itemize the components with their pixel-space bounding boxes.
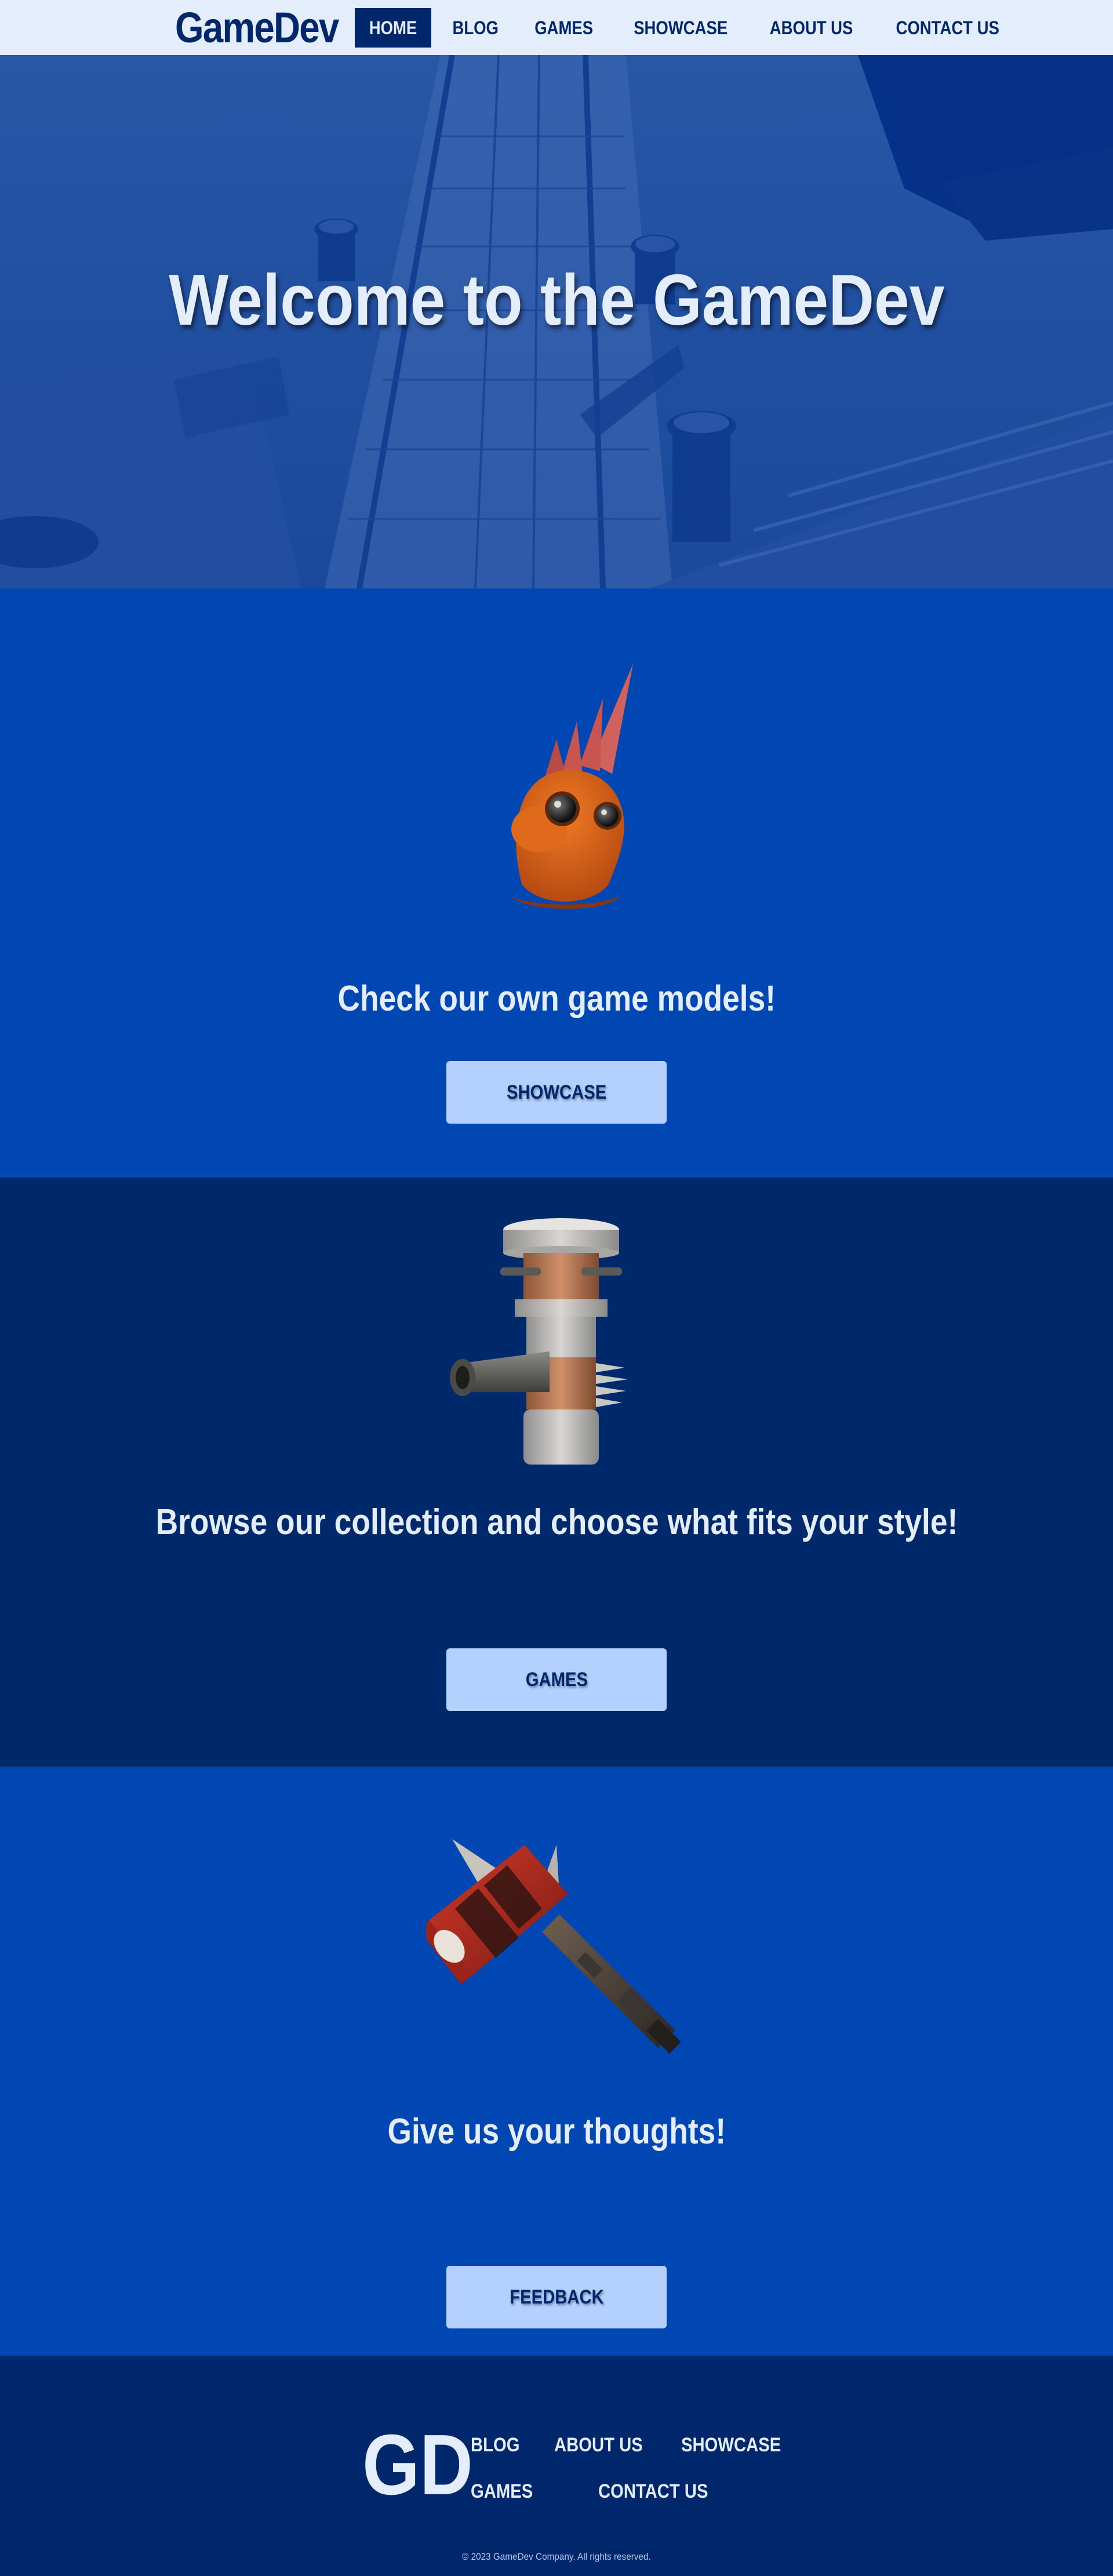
- games-section: Browse our collection and choose what fi…: [0, 1178, 1113, 1767]
- footer-link-showcase[interactable]: SHOWCASE: [681, 2434, 797, 2457]
- main-nav: HOME BLOG GAMES SHOWCASE ABOUT US CONTAC…: [355, 8, 1025, 48]
- footer-logo-text: GD: [362, 2417, 473, 2513]
- copyright-text: © 2023 GameDev Company. All rights reser…: [0, 2551, 1113, 2563]
- copyright-label: © 2023 GameDev Company. All rights reser…: [462, 2551, 651, 2562]
- nav-item-contact-us[interactable]: CONTACT US: [877, 8, 1018, 48]
- footer-link-blog[interactable]: BLOG: [471, 2434, 528, 2457]
- games-button-label: GAMES: [525, 1668, 588, 1691]
- orange-creature-icon: [510, 664, 633, 909]
- feedback-button[interactable]: FEEDBACK: [446, 2266, 667, 2328]
- showcase-button-label: SHOWCASE: [506, 1081, 607, 1103]
- section-heading-text: Check our own game models!: [337, 979, 776, 1019]
- footer-link-label: CONTACT US: [598, 2480, 708, 2502]
- nav-item-games[interactable]: GAMES: [519, 8, 608, 48]
- spiked-hammer-icon: [426, 1839, 681, 2054]
- footer-link-games[interactable]: GAMES: [471, 2480, 543, 2503]
- footer-link-label: GAMES: [471, 2480, 533, 2502]
- footer-link-about-us[interactable]: ABOUT US: [554, 2434, 657, 2457]
- nav-item-home[interactable]: HOME: [355, 8, 431, 48]
- feedback-button-label: FEEDBACK: [509, 2286, 604, 2308]
- feedback-section: Give us your thoughts! FEEDBACK: [0, 1767, 1113, 2356]
- nav-item-label: ABOUT US: [769, 17, 853, 38]
- cannon-tower-icon: [450, 1218, 628, 1465]
- site-logo[interactable]: GameDev: [175, 0, 339, 55]
- nav-item-label: CONTACT US: [896, 17, 1000, 38]
- section-heading: Give us your thoughts!: [0, 2111, 1113, 2152]
- hero-banner: Welcome to the GameDev: [0, 55, 1113, 588]
- nav-item-blog[interactable]: BLOG: [438, 8, 512, 48]
- nav-item-label: SHOWCASE: [633, 17, 728, 38]
- nav-item-showcase[interactable]: SHOWCASE: [616, 8, 745, 48]
- showcase-section: Check our own game models! SHOWCASE: [0, 588, 1113, 1178]
- section-heading: Browse our collection and choose what fi…: [0, 1502, 1113, 1543]
- nav-item-about-us[interactable]: ABOUT US: [752, 8, 870, 48]
- footer-link-label: ABOUT US: [554, 2434, 643, 2456]
- hero-title-text: Welcome to the GameDev: [168, 260, 945, 340]
- footer-link-label: BLOG: [471, 2434, 520, 2456]
- footer-link-contact-us[interactable]: CONTACT US: [598, 2480, 726, 2503]
- section-heading-text: Browse our collection and choose what fi…: [155, 1502, 958, 1542]
- footer: GD BLOG ABOUT US SHOWCASE GAMES CONTACT …: [0, 2356, 1113, 2576]
- navbar: GameDev HOME BLOG GAMES SHOWCASE ABOUT U…: [0, 0, 1113, 55]
- section-heading: Check our own game models!: [0, 978, 1113, 1019]
- hero-title: Welcome to the GameDev: [0, 259, 1113, 341]
- nav-item-label: BLOG: [452, 17, 499, 38]
- section-heading-text: Give us your thoughts!: [387, 2112, 726, 2152]
- showcase-button[interactable]: SHOWCASE: [446, 1061, 667, 1124]
- nav-item-label: GAMES: [534, 17, 594, 38]
- games-button[interactable]: GAMES: [446, 1648, 667, 1711]
- nav-item-label: HOME: [369, 17, 417, 38]
- footer-link-label: SHOWCASE: [681, 2434, 781, 2456]
